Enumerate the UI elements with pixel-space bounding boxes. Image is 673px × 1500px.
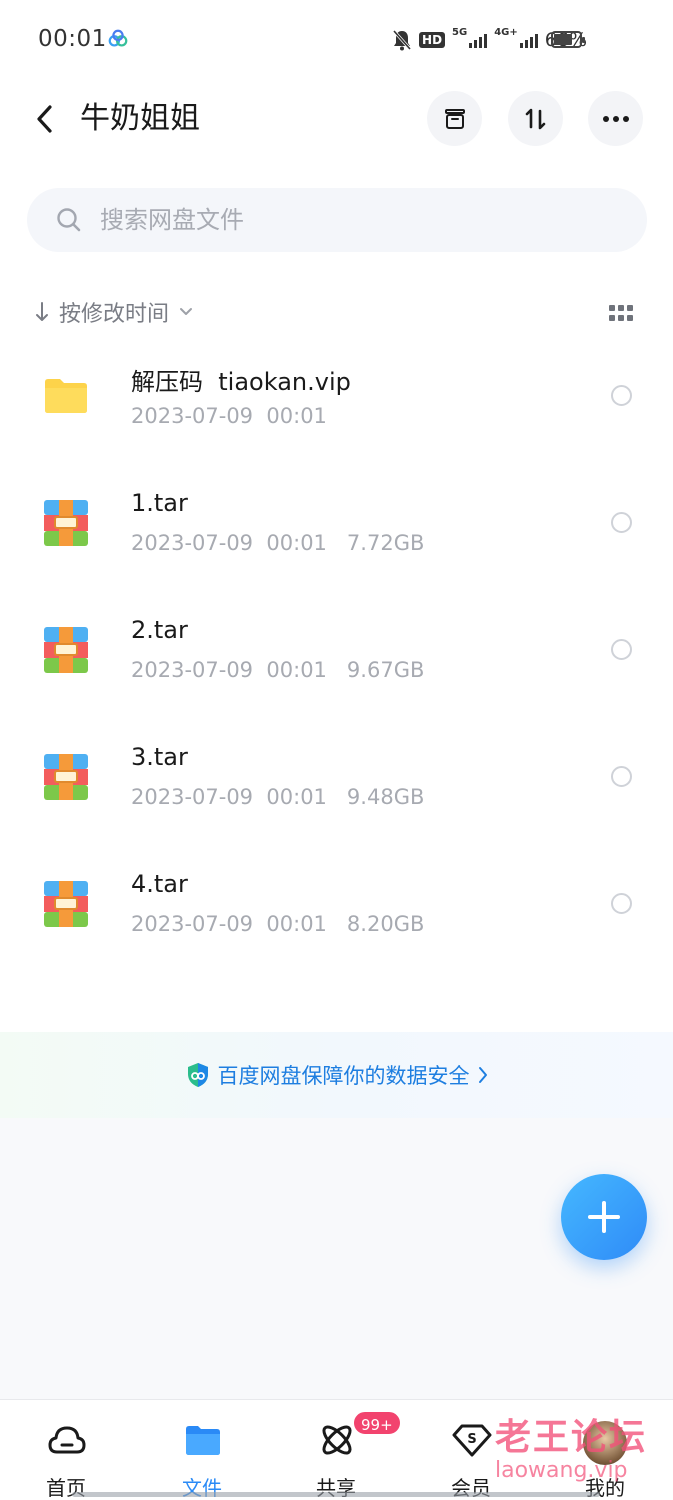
more-options-button[interactable] [588,91,643,146]
avatar[interactable] [583,1421,627,1465]
file-name: 解压码 tiaokan.vip [131,368,351,396]
sort-selector[interactable]: 按修改时间 [35,296,193,328]
sort-label: 按修改时间 [59,302,170,327]
signal-bars-icon [469,32,488,48]
file-meta: 2023-07-09 00:01 7.72GB [131,531,425,555]
bell-muted-icon [392,30,412,51]
nav-item-home[interactable]: 首页 [21,1400,111,1500]
status-bar: 00:01 HD 5G 4G+ 66% [0,0,673,80]
chevron-left-icon [37,105,52,133]
archive-file-icon [44,500,88,546]
empty-area [0,1118,673,1400]
status-time: 00:01 [38,26,107,52]
nav-item-vip[interactable]: S 会员 [426,1400,516,1500]
file-list: 解压码 tiaokan.vip 2023-07-09 00:01 1.tar 2… [0,340,673,975]
svg-text:S: S [467,1432,476,1447]
search-input[interactable] [100,188,620,252]
security-banner[interactable]: 百度网盘保障你的数据安全 [0,1032,673,1118]
grid-view-icon[interactable] [609,305,633,321]
home-indicator [72,1492,600,1497]
archive-file-icon [44,627,88,673]
signal-4g: 4G+ [494,27,538,48]
battery-icon [551,31,585,48]
select-checkbox[interactable] [611,893,632,914]
search-icon [57,208,81,232]
hd-badge: HD [419,32,446,48]
plus-icon [588,1201,620,1233]
signal-4g-label: 4G+ [494,27,518,38]
file-meta: 2023-07-09 00:01 8.20GB [131,912,425,936]
security-text: 百度网盘保障你的数据安全 [217,1064,470,1088]
archive-box-icon [444,108,465,129]
chevron-down-icon [180,308,193,315]
list-item[interactable]: 解压码 tiaokan.vip 2023-07-09 00:01 [0,340,673,467]
signal-5g: 5G [452,27,488,48]
search-bar[interactable] [27,188,647,252]
add-button[interactable] [561,1174,647,1260]
select-checkbox[interactable] [611,639,632,660]
atom-share-icon [322,1425,352,1455]
arrow-down-icon [36,302,48,321]
share-count-badge: 99+ [352,1410,402,1436]
nav-item-files[interactable]: 文件 [157,1400,247,1500]
file-meta: 2023-07-09 00:01 [131,404,327,428]
archive-file-icon [44,881,88,927]
file-meta: 2023-07-09 00:01 9.48GB [131,785,425,809]
signal-bars-icon [519,32,538,48]
file-meta: 2023-07-09 00:01 9.67GB [131,658,425,682]
list-item[interactable]: 2.tar 2023-07-09 00:01 9.67GB [0,594,673,721]
file-name: 4.tar [131,870,188,898]
folder-icon [186,1426,220,1455]
file-name: 1.tar [131,489,188,517]
bottom-nav: 首页 文件 共享 S 会员 我的 [0,1399,673,1500]
list-item[interactable]: 1.tar 2023-07-09 00:01 7.72GB [0,467,673,594]
up-down-arrows-icon [525,108,545,129]
select-checkbox[interactable] [611,385,632,406]
baidu-cloud-icon [108,29,128,47]
cloud-home-icon [48,1426,86,1454]
back-button[interactable] [28,100,62,138]
file-name: 3.tar [131,743,188,771]
page-title: 牛奶姐姐 [80,101,200,136]
list-item[interactable]: 3.tar 2023-07-09 00:01 9.48GB [0,721,673,848]
folder-icon [45,379,87,413]
file-name: 2.tar [131,616,188,644]
archive-file-icon [44,754,88,800]
list-item[interactable]: 4.tar 2023-07-09 00:01 8.20GB [0,848,673,975]
transfer-button[interactable] [508,91,563,146]
select-checkbox[interactable] [611,766,632,787]
archive-button[interactable] [427,91,482,146]
chevron-right-icon [478,1067,487,1083]
select-checkbox[interactable] [611,512,632,533]
diamond-vip-icon: S [452,1424,492,1457]
more-dots-icon [602,115,629,122]
shield-icon [187,1063,208,1087]
signal-5g-label: 5G [452,27,468,38]
